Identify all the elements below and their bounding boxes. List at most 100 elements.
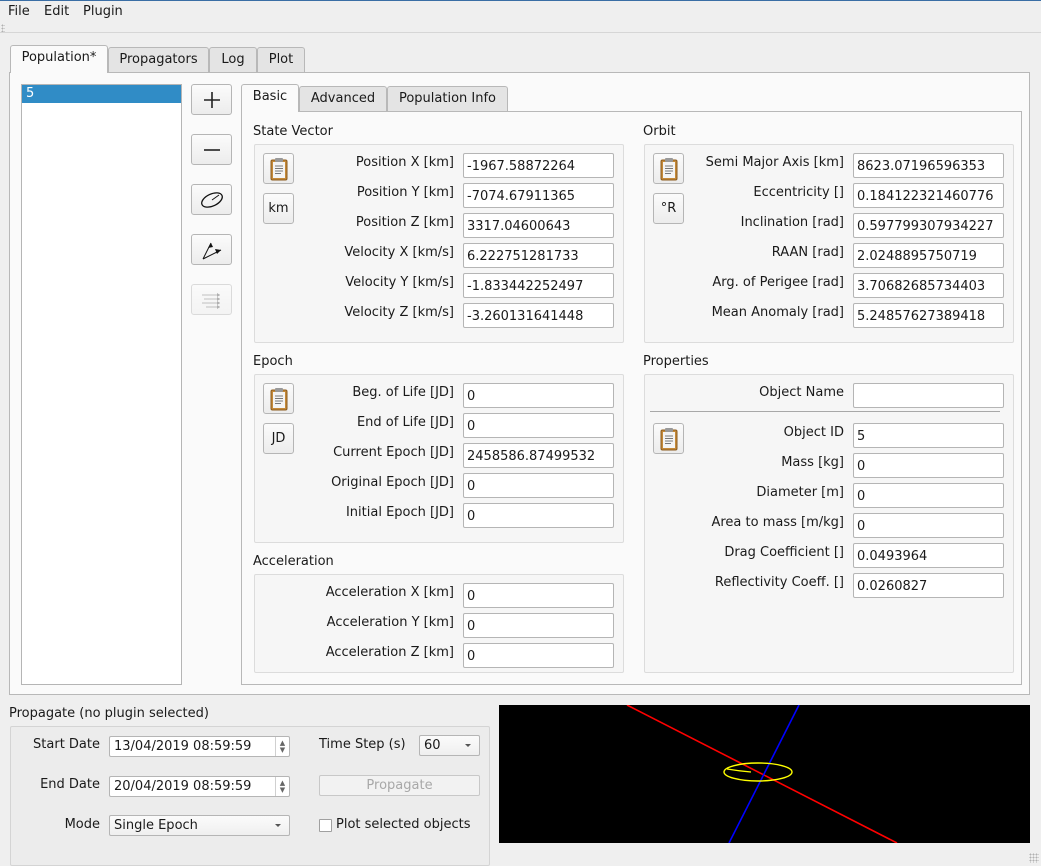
- epoch-field-label: Initial Epoch [JD]: [345, 505, 454, 520]
- time-step-label: Time Step (s): [319, 737, 406, 752]
- properties-field-input[interactable]: [853, 513, 1004, 538]
- acceleration-title: Acceleration: [253, 554, 334, 569]
- propagate-button[interactable]: Propagate: [319, 775, 480, 796]
- acceleration-field-label: Acceleration Z [km]: [325, 645, 454, 660]
- epoch-field-input[interactable]: [463, 503, 614, 528]
- start-date-label: Start Date: [33, 737, 100, 752]
- state-vector-field-input[interactable]: [463, 153, 614, 178]
- orbit-title: Orbit: [643, 124, 676, 139]
- menu-plugin[interactable]: Plugin: [83, 4, 123, 19]
- orbit-field-input[interactable]: [853, 183, 1004, 208]
- plot-selected-label: Plot selected objects: [336, 817, 471, 832]
- tab-plot[interactable]: Plot: [257, 47, 305, 73]
- add-object-button[interactable]: [191, 84, 232, 115]
- tab-basic[interactable]: Basic: [241, 84, 299, 112]
- properties-title: Properties: [643, 354, 709, 369]
- epoch-field-label: End of Life [JD]: [356, 415, 454, 430]
- tab-plot-label: Plot: [268, 52, 294, 67]
- state-vector-field-input[interactable]: [463, 243, 614, 268]
- mode-select[interactable]: Single Epoch: [109, 815, 290, 836]
- orbit-inner-arc: [726, 768, 752, 773]
- orbit-field-label: Arg. of Perigee [rad]: [712, 275, 844, 290]
- tab-population[interactable]: Population*: [10, 45, 108, 73]
- end-date-input[interactable]: 20/04/2019 08:59:59 ▲ ▼: [109, 776, 290, 797]
- menu-bar: File Edit Plugin: [0, 1, 1041, 23]
- epoch-field-input[interactable]: [463, 413, 614, 438]
- orbit-field-input[interactable]: [853, 153, 1004, 178]
- epoch-field-input[interactable]: [463, 443, 614, 468]
- state-vector-field-label: Velocity Y [km/s]: [345, 275, 454, 290]
- properties-field-label: Object ID: [783, 425, 844, 440]
- end-date-label: End Date: [40, 777, 100, 792]
- acceleration-field-label: Acceleration X [km]: [325, 585, 454, 600]
- object-name-input[interactable]: [853, 383, 1004, 408]
- x-axis-line: [626, 705, 898, 843]
- list-item[interactable]: 5: [22, 85, 181, 103]
- state-vector-title: State Vector: [253, 124, 333, 139]
- plus-icon: [203, 91, 220, 108]
- orbit-3d-viewport[interactable]: [499, 705, 1030, 843]
- chevron-down-icon: [275, 824, 281, 827]
- state-vector-field-input[interactable]: [463, 303, 614, 328]
- spin-down-icon: ▼: [279, 785, 286, 794]
- mode-label: Mode: [64, 817, 100, 832]
- tab-propagators-label: Propagators: [119, 52, 198, 67]
- tab-population-info[interactable]: Population Info: [387, 86, 508, 112]
- state-vector-field-input[interactable]: [463, 273, 614, 298]
- start-date-input[interactable]: 13/04/2019 08:59:59 ▲ ▼: [109, 736, 290, 757]
- acceleration-field-input[interactable]: [463, 643, 614, 668]
- acceleration-field-label: Acceleration Y [km]: [326, 615, 454, 630]
- menu-edit[interactable]: Edit: [44, 4, 69, 19]
- epoch-field-label: Current Epoch [JD]: [333, 445, 454, 460]
- properties-field-input[interactable]: [853, 573, 1004, 598]
- state-vector-field-label: Position Z [km]: [355, 215, 454, 230]
- tab-basic-label: Basic: [252, 89, 288, 104]
- state-vector-field-input[interactable]: [463, 213, 614, 238]
- toolbar-grip-handle[interactable]: [1, 24, 5, 32]
- start-date-spinner[interactable]: ▲ ▼: [275, 737, 289, 756]
- epoch-field-label: Beg. of Life [JD]: [352, 385, 454, 400]
- object-name-label: Object Name: [759, 385, 844, 400]
- propagate-title: Propagate (no plugin selected): [9, 706, 209, 721]
- tab-advanced[interactable]: Advanced: [299, 86, 387, 112]
- z-axis-line: [728, 705, 800, 843]
- acceleration-field-input[interactable]: [463, 583, 614, 608]
- end-date-spinner[interactable]: ▲ ▼: [275, 777, 289, 796]
- tab-advanced-label: Advanced: [310, 91, 376, 106]
- epoch-field-label: Original Epoch [JD]: [331, 475, 454, 490]
- orbit-field-label: Mean Anomaly [rad]: [711, 305, 844, 320]
- spin-down-icon: ▼: [279, 745, 286, 754]
- orbit-field-input[interactable]: [853, 273, 1004, 298]
- plot-selected-checkbox[interactable]: [319, 819, 332, 832]
- state-vector-field-label: Velocity Z [km/s]: [344, 305, 454, 320]
- orbit-field-label: Semi Major Axis [km]: [705, 155, 844, 170]
- orbit-field-input[interactable]: [853, 213, 1004, 238]
- orbit-field-label: Inclination [rad]: [740, 215, 844, 230]
- epoch-field-input[interactable]: [463, 383, 614, 408]
- properties-field-label: Mass [kg]: [781, 455, 844, 470]
- tab-log[interactable]: Log: [209, 47, 257, 73]
- menu-file[interactable]: File: [8, 4, 30, 19]
- properties-field-input[interactable]: [853, 483, 1004, 508]
- orbit-field-input[interactable]: [853, 303, 1004, 328]
- state-vector-field-label: Position Y [km]: [356, 185, 454, 200]
- window-resize-grip[interactable]: [1029, 853, 1039, 863]
- toolbar-area: [0, 22, 1041, 33]
- orbit-field-input[interactable]: [853, 243, 1004, 268]
- state-vector-field-label: Velocity X [km/s]: [344, 245, 454, 260]
- tab-population-label: Population*: [21, 50, 97, 65]
- properties-field-input[interactable]: [853, 543, 1004, 568]
- tab-propagators[interactable]: Propagators: [108, 47, 209, 73]
- properties-field-input[interactable]: [853, 423, 1004, 448]
- state-vector-field-input[interactable]: [463, 183, 614, 208]
- state-vector-field-label: Position X [km]: [355, 155, 454, 170]
- epoch-field-input[interactable]: [463, 473, 614, 498]
- orbit-plot-svg: [626, 705, 898, 843]
- time-step-select[interactable]: 60: [419, 735, 480, 756]
- properties-field-input[interactable]: [853, 453, 1004, 478]
- properties-field-label: Drag Coefficient []: [724, 545, 844, 560]
- mode-value: Single Epoch: [114, 818, 198, 833]
- acceleration-field-input[interactable]: [463, 613, 614, 638]
- properties-field-label: Diameter [m]: [756, 485, 844, 500]
- population-list[interactable]: 5: [21, 84, 182, 685]
